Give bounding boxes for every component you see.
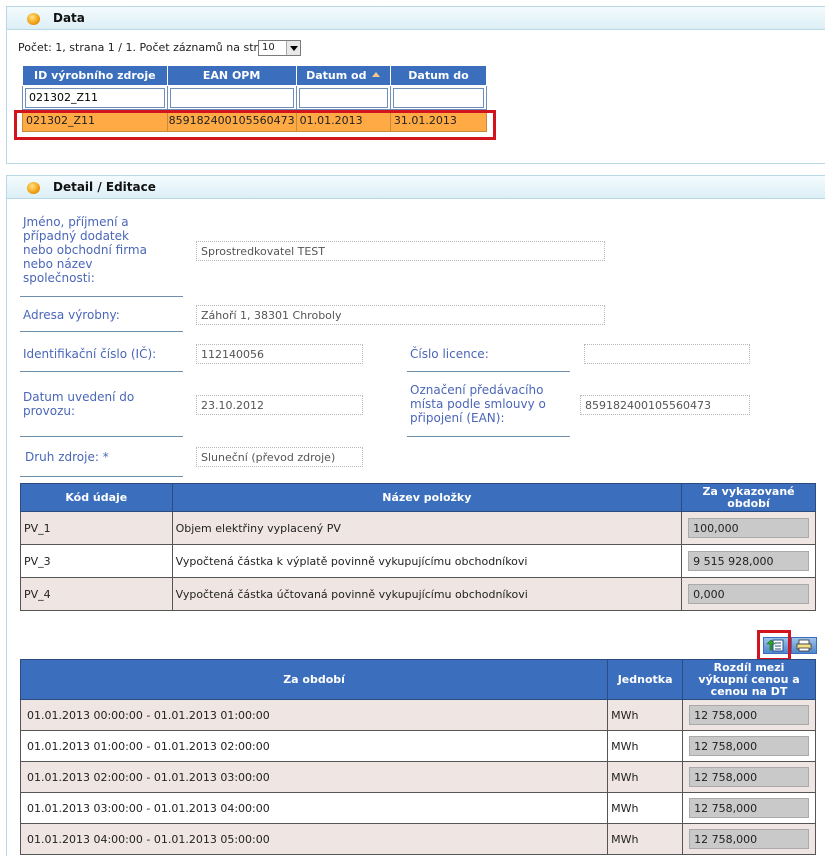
- panel-bullet-icon: [27, 13, 40, 25]
- column-header-date-from-label: Datum od: [306, 69, 367, 82]
- print-icon: [796, 639, 812, 652]
- column-header-difference: Rozdíl mezi výkupní cenou a cenou na DT: [682, 659, 816, 700]
- value-field[interactable]: 12 758,000: [689, 798, 809, 818]
- column-header-name: Název položky: [171, 483, 683, 512]
- table-row: 01.01.2013 03:00:00 - 01.01.2013 04:00:0…: [19, 792, 816, 824]
- source-label: Druh zdroje: *: [25, 450, 109, 464]
- panel-bullet-icon: [27, 182, 40, 194]
- value-field[interactable]: 9 515 928,000: [688, 551, 809, 571]
- cell-period: 01.01.2013 00:00:00 - 01.01.2013 01:00:0…: [19, 699, 609, 731]
- divider: [20, 331, 183, 332]
- filter-input-date-from[interactable]: [298, 87, 388, 108]
- value-field[interactable]: 12 758,000: [689, 736, 809, 756]
- cell-code: PV_3: [20, 544, 173, 578]
- filter-cell-date-from: [295, 85, 391, 110]
- sort-asc-icon: [372, 72, 381, 77]
- cell-unit: MWh: [607, 761, 684, 793]
- cell-period: 01.01.2013 02:00:00 - 01.01.2013 03:00:0…: [19, 761, 609, 793]
- filter-cell-date-to: [389, 85, 488, 110]
- ico-field[interactable]: 112140056: [196, 344, 363, 364]
- cell-code: PV_4: [20, 577, 173, 611]
- cell-name: Vypočtená částka k výplatě povinně vykup…: [171, 544, 683, 578]
- cell-value: 9 515 928,000: [681, 544, 816, 578]
- cell-value: 0,000: [681, 577, 816, 611]
- divider: [407, 436, 570, 437]
- date-field[interactable]: 23.10.2012: [196, 395, 363, 415]
- print-button[interactable]: [791, 637, 817, 654]
- ean-label: Označení předávacího místa podle smlouvy…: [410, 383, 546, 425]
- cell-value: 12 758,000: [682, 823, 816, 855]
- table-row: 01.01.2013 01:00:00 - 01.01.2013 02:00:0…: [19, 730, 816, 762]
- page-size-value: 10: [262, 42, 275, 53]
- column-header-period-value: Za vykazované období: [681, 483, 816, 512]
- table-row: 01.01.2013 04:00:00 - 01.01.2013 05:00:0…: [19, 823, 816, 855]
- divider: [407, 371, 570, 372]
- value-field[interactable]: 12 758,000: [689, 705, 809, 725]
- filter-cell-id: [22, 85, 168, 110]
- pager-text: Počet: 1, strana 1 / 1. Počet záznamů na…: [18, 41, 285, 54]
- address-field[interactable]: Záhoří 1, 38301 Chroboly: [196, 305, 605, 325]
- name-label: Jméno, příjmení a případný dodatek nebo …: [23, 215, 147, 285]
- cell-code: PV_1: [20, 511, 173, 545]
- filter-input-id[interactable]: [25, 87, 165, 108]
- cell-unit: MWh: [607, 823, 684, 855]
- page-size-select[interactable]: 10: [258, 40, 301, 56]
- cell-value: 12 758,000: [682, 699, 816, 731]
- data-panel-header: Data: [6, 6, 825, 30]
- value-field[interactable]: 12 758,000: [689, 767, 809, 787]
- value-field[interactable]: 100,000: [688, 518, 809, 538]
- license-field[interactable]: [584, 344, 750, 364]
- cell-name: Vypočtená částka účtovaná povinně vykupu…: [171, 577, 683, 611]
- filter-cell-ean: [166, 85, 297, 110]
- column-header-unit: Jednotka: [607, 659, 684, 700]
- table-row: PV_1 Objem elektřiny vyplacený PV 100,00…: [20, 511, 816, 545]
- column-header-period: Za období: [19, 659, 609, 700]
- value-field[interactable]: 12 758,000: [689, 829, 809, 849]
- cell-value: 12 758,000: [682, 761, 816, 793]
- filter-input-date-to[interactable]: [392, 87, 484, 108]
- items-table: Kód údaje Název položky Za vykazované ob…: [20, 483, 816, 611]
- cell-value: 100,000: [681, 511, 816, 545]
- cell-unit: MWh: [607, 792, 684, 824]
- column-header-date-to[interactable]: Datum do: [389, 65, 488, 86]
- column-header-id[interactable]: ID výrobního zdroje: [22, 65, 168, 86]
- table-row: 01.01.2013 02:00:00 - 01.01.2013 03:00:0…: [19, 761, 816, 793]
- cell-period: 01.01.2013 03:00:00 - 01.01.2013 04:00:0…: [19, 792, 609, 824]
- divider: [20, 296, 183, 297]
- column-header-ean[interactable]: EAN OPM: [166, 65, 297, 86]
- date-label: Datum uvedení do provozu:: [23, 390, 135, 418]
- selected-row-highlight: [14, 110, 496, 140]
- cell-period: 01.01.2013 04:00:00 - 01.01.2013 05:00:0…: [19, 823, 609, 855]
- cell-period: 01.01.2013 01:00:00 - 01.01.2013 02:00:0…: [19, 730, 609, 762]
- column-header-date-from[interactable]: Datum od: [295, 65, 391, 86]
- export-button-highlight: [757, 630, 791, 661]
- table-row: PV_4 Vypočtená částka účtovaná povinně v…: [20, 577, 816, 611]
- divider: [20, 476, 183, 477]
- period-table: Za období Jednotka Rozdíl mezi výkupní c…: [19, 659, 816, 855]
- column-header-code: Kód údaje: [20, 483, 173, 512]
- license-label: Číslo licence:: [410, 347, 489, 361]
- detail-panel-header: Detail / Editace: [6, 175, 825, 199]
- cell-unit: MWh: [607, 699, 684, 731]
- ico-label: Identifikační číslo (IČ):: [23, 347, 157, 361]
- address-label: Adresa výrobny:: [23, 308, 120, 322]
- value-field[interactable]: 0,000: [688, 584, 809, 604]
- table-row: PV_3 Vypočtená částka k výplatě povinně …: [20, 544, 816, 578]
- detail-panel-title: Detail / Editace: [53, 180, 156, 194]
- cell-unit: MWh: [607, 730, 684, 762]
- name-field[interactable]: Sprostredkovatel TEST: [196, 241, 605, 261]
- table-row: 01.01.2013 00:00:00 - 01.01.2013 01:00:0…: [19, 699, 816, 731]
- cell-name: Objem elektřiny vyplacený PV: [171, 511, 683, 545]
- chevron-down-icon[interactable]: [286, 41, 300, 55]
- ean-field[interactable]: 859182400105560473: [580, 395, 750, 415]
- filter-input-ean[interactable]: [169, 87, 294, 108]
- divider: [20, 436, 183, 437]
- cell-value: 12 758,000: [682, 792, 816, 824]
- divider: [20, 371, 183, 372]
- source-field[interactable]: Sluneční (převod zdroje): [196, 447, 363, 467]
- cell-value: 12 758,000: [682, 730, 816, 762]
- data-panel-title: Data: [53, 11, 85, 25]
